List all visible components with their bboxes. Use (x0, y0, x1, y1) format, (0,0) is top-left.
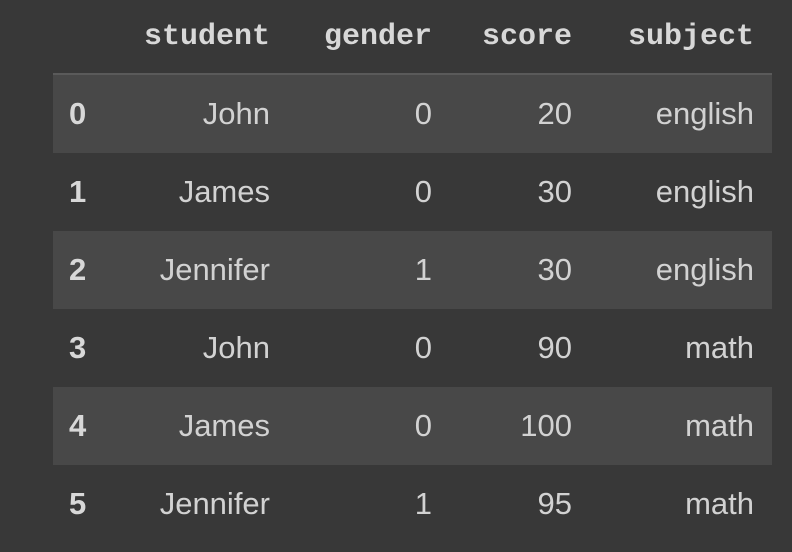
row-index: 2 (69, 252, 87, 287)
row-index: 5 (69, 486, 87, 521)
cell-score: 20 (537, 96, 572, 131)
cell-score: 95 (537, 486, 572, 521)
table-row: 3 John 0 90 math (53, 309, 772, 387)
table-row: 5 Jennifer 1 95 math (53, 465, 772, 543)
column-header-subject: subject (590, 0, 772, 75)
cell-gender: 0 (414, 174, 432, 209)
cell-student: Jennifer (159, 252, 270, 287)
cell-gender: 0 (414, 330, 432, 365)
row-index: 3 (69, 330, 87, 365)
column-header-gender: gender (288, 0, 450, 75)
cell-student: John (202, 330, 270, 365)
table-row: 0 John 0 20 english (53, 74, 772, 153)
index-column-header (53, 0, 128, 75)
row-index: 1 (69, 174, 87, 209)
cell-gender: 0 (414, 96, 432, 131)
cell-subject: math (685, 408, 754, 443)
cell-subject: english (655, 174, 754, 209)
cell-gender: 0 (414, 408, 432, 443)
cell-score: 30 (537, 174, 572, 209)
cell-subject: english (655, 96, 754, 131)
cell-gender: 1 (414, 486, 432, 521)
table-header: student gender score subject (53, 0, 772, 75)
cell-student: James (178, 408, 270, 443)
table-body: 0 John 0 20 english 1 James 0 30 english… (53, 74, 772, 543)
header-row: student gender score subject (53, 0, 772, 75)
row-index: 4 (69, 408, 87, 443)
column-header-student: student (128, 0, 288, 75)
cell-subject: math (685, 330, 754, 365)
row-index: 0 (69, 96, 87, 131)
table-row: 4 James 0 100 math (53, 387, 772, 465)
table-row: 2 Jennifer 1 30 english (53, 231, 772, 309)
column-header-score: score (450, 0, 590, 75)
table-row: 1 James 0 30 english (53, 153, 772, 231)
cell-student: Jennifer (159, 486, 270, 521)
cell-score: 30 (537, 252, 572, 287)
cell-student: John (202, 96, 270, 131)
cell-score: 100 (520, 408, 572, 443)
cell-student: James (178, 174, 270, 209)
dataframe-table: student gender score subject 0 John 0 20… (53, 0, 772, 543)
cell-subject: math (685, 486, 754, 521)
cell-subject: english (655, 252, 754, 287)
cell-score: 90 (537, 330, 572, 365)
cell-gender: 1 (414, 252, 432, 287)
